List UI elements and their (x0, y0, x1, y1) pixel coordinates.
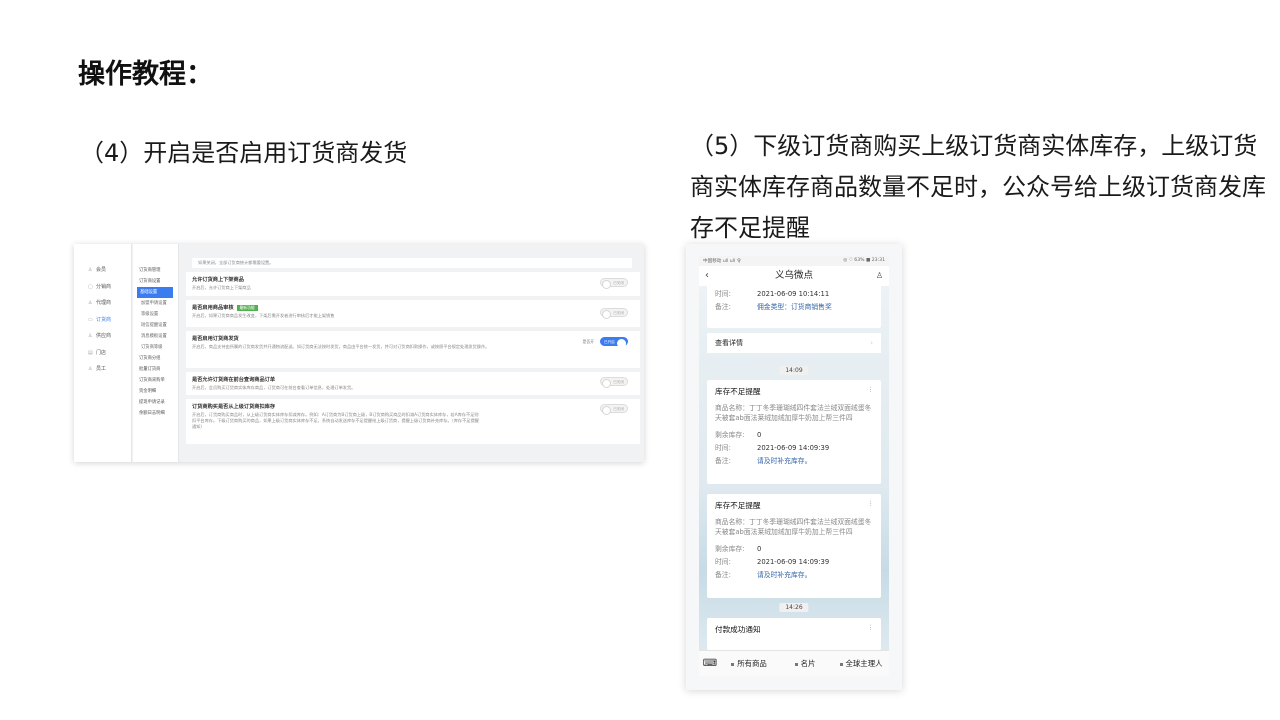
setting-title: 是否启用订货商发货 (192, 336, 239, 342)
subnav-item[interactable]: 等级设置 (133, 309, 178, 320)
setting-toggle[interactable]: 已关闭 (600, 404, 628, 415)
wechat-screen: 中国移动 ull ull 令 ◎ ♡ 63% ■ 23:31 ‹ 义乌微点 ♙ … (699, 256, 889, 676)
nav-item-staff[interactable]: ♙ 员工 (74, 361, 131, 378)
product-name: 商品名称：丁丁冬季珊瑚绒四件套法兰绒双面绒蛋冬天被套ab面法莱绒加绒加厚牛奶加上… (715, 404, 872, 422)
subnav-item[interactable]: 订货商等级 (133, 342, 178, 353)
subnav-item[interactable]: 加盟申请设置 (133, 298, 178, 309)
subnav-item[interactable]: 订货商设置 (133, 276, 178, 287)
keyboard-icon[interactable]: ⌨ (699, 658, 721, 669)
menu-all-products[interactable]: 所有商品 (721, 658, 777, 669)
box-icon: ▢ (88, 283, 93, 290)
step-5-caption: （5）下级订货商购买上级订货商实体库存，上级订货商实体库存商品数量不足时，公众号… (690, 132, 1266, 242)
status-icons: ◎ ♡ 63% ■ 23:31 (843, 258, 885, 263)
setting-card: 允许订货商上下架商品 开启后，允许订货商上下架商品 已关闭 (186, 272, 640, 296)
carrier-signal: 中国移动 ull ull 令 (703, 259, 742, 264)
subnav-item[interactable]: 短信提醒设置 (133, 320, 178, 331)
settings-content: 如果关闭，全部订货商统计都需要设置。 允许订货商上下架商品 开启后，允许订货商上… (182, 244, 640, 462)
setting-desc: 开启后，订货商购买商品时，从上级订货商实体库存扣减库存。例如：A订货商为B订货商… (192, 412, 479, 429)
chevron-right-icon: › (870, 339, 873, 347)
setting-toggle-on[interactable]: 已开启 (600, 337, 628, 348)
product-name: 商品名称：丁丁冬季珊瑚绒四件套法兰绒双面绒蛋冬天被套ab面法莱绒加绒加厚牛奶加上… (715, 518, 872, 536)
setting-desc: 开启后，允许订货商上下架商品 (192, 285, 251, 290)
nav-item-store[interactable]: ▤ 门店 (74, 345, 131, 362)
subnav-item[interactable]: 提现申请记录 (133, 397, 178, 408)
menu-global-manager[interactable]: 全球主理人 (833, 658, 889, 669)
setting-desc: 开启后，如果订货商商品发生改变，下架后需开发者进行审核后才能上架销售 (192, 313, 335, 318)
status-bar: 中国移动 ull ull 令 ◎ ♡ 63% ■ 23:31 (699, 256, 889, 266)
setting-desc: 开启后，会员购买订货商实体库存商品，订货商可在前台查看订单信息，处理订单发货。 (192, 385, 356, 390)
subnav-item-active[interactable]: 基础设置 (137, 287, 173, 298)
previous-message: 时间: 2021-06-09 10:14:11 备注: 佣金类型：订货商销售奖 (707, 286, 881, 328)
person-icon: ♙ (88, 300, 93, 306)
more-icon[interactable]: ··· (866, 624, 874, 631)
subnav-item[interactable]: 订货商分组 (133, 353, 178, 364)
setting-toggle[interactable]: 已关闭 (600, 377, 628, 388)
admin-settings-screenshot: ♙ 会员 ▢ 分销商 ♙ 代理商 ▭ 订货商 ♙ 供应商 ▤ 门店 ♙ 员工 订货商管理 订货… (74, 244, 644, 462)
subnav-item[interactable]: 消息模板设置 (133, 331, 178, 342)
subnav-item[interactable]: 批量订货商 (133, 364, 178, 375)
setting-toggle[interactable]: 已关闭 (600, 308, 628, 319)
account-title: 义乌微点 (774, 270, 813, 281)
setting-title: 允许订货商上下架商品 (192, 277, 244, 283)
alert-time: 2021-06-09 14:09:39 (757, 558, 830, 566)
primary-sidebar: ♙ 会员 ▢ 分销商 ♙ 代理商 ▭ 订货商 ♙ 供应商 ▤ 门店 ♙ 员工 (74, 244, 132, 462)
setting-title: 是否允许订货商在前台查询商品订单 (192, 377, 276, 383)
message-title: 付款成功通知 (715, 625, 761, 634)
message-title: 库存不足提醒 (715, 501, 761, 510)
nav-item-reseller[interactable]: ▭ 订货商 (74, 312, 131, 329)
subnav-item[interactable]: 资金明细 (133, 386, 178, 397)
subnav-item[interactable]: 订货商采购单 (133, 375, 178, 386)
profile-icon[interactable]: ♙ (876, 266, 883, 286)
nav-item-distributor[interactable]: ▢ 分销商 (74, 279, 131, 296)
nav-item-member[interactable]: ♙ 会员 (74, 262, 131, 279)
phone-screenshot: 中国移动 ull ull 令 ◎ ♡ 63% ■ 23:31 ‹ 义乌微点 ♙ … (686, 244, 902, 690)
setting-title: 订货商购买是否从上级订货商扣库存 (192, 404, 276, 410)
more-icon[interactable]: ··· (866, 386, 874, 393)
nav-item-agent[interactable]: ♙ 代理商 (74, 295, 131, 312)
back-arrow-icon[interactable]: ‹ (705, 266, 709, 286)
stock-alert-message[interactable]: 库存不足提醒 ··· 商品名称：丁丁冬季珊瑚绒四件套法兰绒双面绒蛋冬天被套ab面… (707, 494, 881, 598)
new-feature-badge: 最新功能 (236, 305, 258, 311)
setting-title: 是否启用商品审核 最新功能 (192, 304, 634, 311)
user-icon: ♙ (88, 267, 93, 273)
toggle-caption: 是否开 (582, 339, 594, 344)
alert-note: 请及时补充库存。 (757, 571, 812, 579)
nav-item-supplier[interactable]: ♙ 供应商 (74, 328, 131, 345)
setting-toggle[interactable]: 已关闭 (600, 278, 628, 289)
payment-message[interactable]: 付款成功通知 ··· (707, 618, 881, 650)
group-icon: ♙ (88, 333, 93, 339)
timestamp-chip: 14:26 (779, 603, 809, 612)
setting-desc: 开启后，商品支持由所属的订货商发货并开通物流配送。如订货商无法按时发货，商品由平… (192, 344, 490, 349)
timestamp-chip: 14:09 (779, 366, 809, 375)
chat-title-bar: ‹ 义乌微点 ♙ (699, 266, 889, 286)
view-details-link[interactable]: 查看详情 › (707, 333, 881, 353)
menu-bar: ⌨ 所有商品 名片 全球主理人 (699, 650, 889, 676)
setting-card: 是否启用订货商发货 开启后，商品支持由所属的订货商发货并开通物流配送。如订货商无… (186, 331, 640, 368)
page-heading: 操作教程： (78, 59, 213, 90)
cart-icon: ▭ (88, 316, 93, 323)
settings-top-note: 如果关闭，全部订货商统计都需要设置。 (192, 258, 632, 268)
tutorial-slide: 操作教程： （4）开启是否启用订货商发货 （5）下级订货商购买上级订货商实体库存… (0, 0, 1280, 720)
step-4-caption: （4）开启是否启用订货商发货 (80, 139, 408, 167)
remaining-stock: 0 (757, 545, 762, 553)
subnav-item[interactable]: 订货商管理 (133, 265, 178, 276)
setting-card: 订货商购买是否从上级订货商扣库存 开启后，订货商购买商品时，从上级订货商实体库存… (186, 399, 640, 444)
more-icon[interactable]: ··· (866, 500, 874, 507)
remaining-stock: 0 (757, 431, 762, 439)
secondary-sidebar: 订货商管理 订货商设置 基础设置 加盟申请设置 等级设置 短信提醒设置 消息模板… (133, 244, 179, 462)
subnav-item[interactable]: 余额日志明细 (133, 408, 178, 419)
menu-card[interactable]: 名片 (777, 658, 833, 669)
staff-icon: ♙ (88, 366, 93, 372)
alert-time: 2021-06-09 14:09:39 (757, 444, 830, 452)
setting-card: 是否允许订货商在前台查询商品订单 开启后，会员购买订货商实体库存商品，订货商可在… (186, 372, 640, 395)
message-title: 库存不足提醒 (715, 387, 761, 396)
setting-card: 是否启用商品审核 最新功能 开启后，如果订货商商品发生改变，下架后需开发者进行审核… (186, 300, 640, 327)
stock-alert-message[interactable]: 库存不足提醒 ··· 商品名称：丁丁冬季珊瑚绒四件套法兰绒双面绒蛋冬天被套ab面… (707, 380, 881, 484)
alert-note: 请及时补充库存。 (757, 457, 812, 465)
store-icon: ▤ (88, 349, 93, 356)
